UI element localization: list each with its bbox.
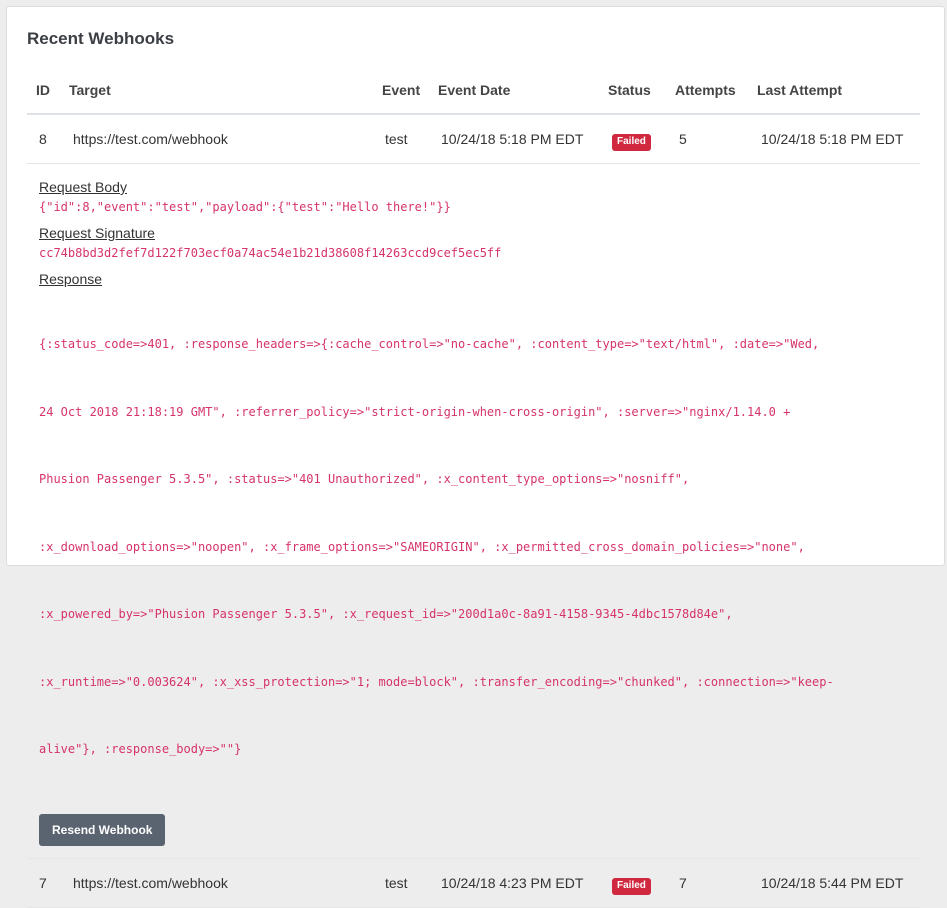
response-line: :x_powered_by=>"Phusion Passenger 5.3.5"… (39, 607, 733, 621)
response-line: Phusion Passenger 5.3.5", :status=>"401 … (39, 472, 690, 486)
webhooks-table: ID Target Event Event Date Status Attemp… (27, 67, 920, 908)
row-target: https://test.com/webhook (73, 131, 228, 147)
response-line: {:status_code=>401, :response_headers=>{… (39, 337, 820, 351)
column-header-status: Status (608, 82, 651, 98)
row-event-date: 10/24/18 4:23 PM EDT (441, 874, 584, 891)
table-row[interactable]: 8 https://test.com/webhook test 10/24/18… (27, 115, 920, 164)
table-header: ID Target Event Event Date Status Attemp… (27, 67, 920, 115)
table-row[interactable]: 7 https://test.com/webhook test 10/24/18… (27, 859, 920, 908)
response-value: {:status_code=>401, :response_headers=>{… (39, 288, 908, 806)
webhook-details: Request Body {"id":8,"event":"test","pay… (27, 164, 920, 859)
row-id: 8 (39, 131, 47, 147)
row-event: test (385, 131, 408, 147)
response-line: :x_runtime=>"0.003624", :x_xss_protectio… (39, 674, 834, 689)
column-header-event: Event (382, 82, 421, 98)
column-header-last-attempt: Last Attempt (757, 82, 843, 98)
status-badge: Failed (612, 134, 651, 151)
card-title: Recent Webhooks (27, 29, 175, 48)
resend-webhook-button[interactable]: Resend Webhook (39, 813, 166, 846)
response-line: 24 Oct 2018 21:18:19 GMT", :referrer_pol… (39, 404, 791, 419)
response-line: :x_download_options=>"noopen", :x_frame_… (39, 539, 805, 554)
column-header-id: ID (36, 82, 50, 98)
row-last-attempt: 10/24/18 5:18 PM EDT (761, 131, 904, 147)
status-badge: Failed (612, 877, 651, 895)
request-signature-value: cc74b8bd3d2fef7d122f703ecf0a74ac54e1b21d… (39, 246, 502, 260)
row-status: Failed (612, 131, 651, 151)
response-line: alive"}, :response_body=>""} (39, 742, 242, 756)
request-body-label: Request Body (39, 179, 127, 195)
request-body-value: {"id":8,"event":"test","payload":{"test"… (39, 200, 451, 214)
request-signature-label: Request Signature (39, 225, 155, 241)
row-event-date: 10/24/18 5:18 PM EDT (441, 131, 584, 147)
row-status: Failed (612, 875, 651, 895)
row-attempts: 5 (679, 131, 687, 147)
column-header-event-date: Event Date (438, 82, 511, 98)
column-header-target: Target (69, 82, 111, 98)
response-label: Response (39, 271, 103, 287)
row-attempts: 7 (679, 874, 687, 891)
row-target: https://test.com/webhook (73, 874, 228, 891)
column-header-attempts: Attempts (675, 82, 736, 98)
row-last-attempt: 10/24/18 5:44 PM EDT (761, 874, 904, 891)
row-event: test (385, 874, 408, 891)
recent-webhooks-card: Recent Webhooks ID Target Event Event Da… (6, 6, 945, 908)
row-id: 7 (39, 874, 47, 891)
